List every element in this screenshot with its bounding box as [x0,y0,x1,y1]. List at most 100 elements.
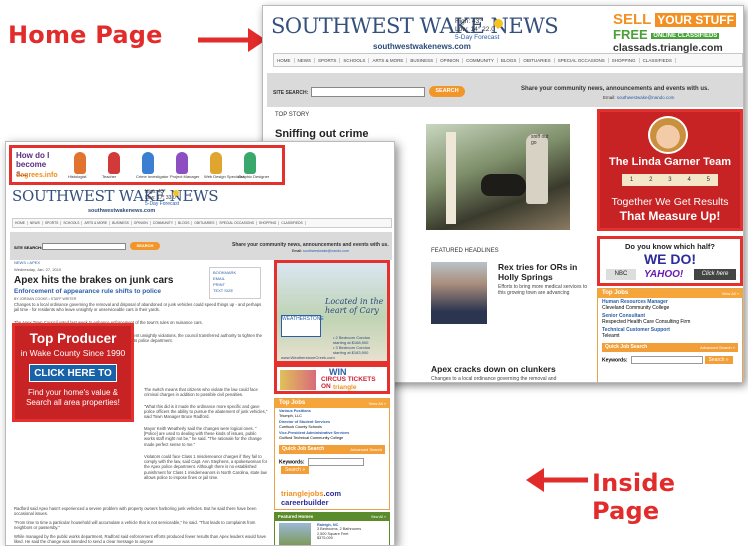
degrees-url: degrees.info [16,172,58,179]
sell-stuff-ad[interactable]: SELL YOUR STUFF FREE ONLINE CLASSIFIEDS … [613,12,741,54]
weatherstone-ad[interactable]: WEATHERSTONE Located in the heart of Car… [274,260,390,364]
nav-item[interactable]: OBITUARIES [520,57,555,63]
article-paragraph: The switch means that citizens who viola… [144,387,258,398]
job-listing: Senior Consultant Respected Health Care C… [598,312,742,326]
article-tool-link[interactable]: TEXT SIZE [213,288,257,294]
job-search-button[interactable]: Search » [704,356,733,364]
nav-item[interactable]: OPINION [437,57,464,63]
featured-title[interactable]: Rex tries for ORs in Holly Springs [498,262,588,282]
nav-item[interactable]: BLOGS [176,221,193,225]
nav-item[interactable]: ARTS & MORE [82,221,111,225]
view-all-link[interactable]: View All » [722,289,739,298]
keywords-input[interactable] [630,356,703,364]
search-button[interactable]: SEARCH [130,242,160,250]
nav-item[interactable]: SCHOOLS [61,221,83,225]
nav-item[interactable]: SPECIAL OCCASIONS [555,57,609,63]
click-here-button[interactable]: Click here [694,269,736,280]
trianglejobs-logo[interactable]: trianglejobs.com careerbuilder [281,489,389,507]
search-input[interactable] [311,87,425,97]
nav-item[interactable]: OPINION [132,221,151,225]
job-org: Teleamt [602,333,620,339]
featured2-text: Changes to a local ordinance governing t… [431,376,557,382]
article-paragraph: "What this did is it made the ordinance … [144,404,268,420]
circus-tickets-ad[interactable]: WIN CIRCUS TICKETS ON triangle [274,364,390,394]
forecast-link[interactable]: 5-Day Forecast [145,201,179,207]
article-date: Wednesday, Jan. 27, 2010 [14,267,62,272]
email-link[interactable]: southwestwake@nando.com [617,95,675,100]
nav-item[interactable]: NEWS [28,221,43,225]
inside-page-label: Inside Page [592,469,676,525]
nav-item[interactable]: BUSINESS [407,57,438,63]
view-all-link[interactable]: View All » [371,513,386,521]
featured-headlines-heading: FEATURED HEADLINES [431,248,499,254]
career-caption[interactable]: Project Manager [170,174,199,179]
forecast-link[interactable]: 5-Day Forecast [455,34,499,42]
nav-item[interactable]: COMMUNITY [151,221,177,225]
linda-garner-ad[interactable]: The Linda Garner Team 1 2 3 4 5 Together We … [597,109,743,231]
job-org: Respected Health Care Consulting Firm [602,319,691,325]
breadcrumb[interactable]: NEWS • APEX [14,260,40,265]
top-story-title[interactable]: Sniffing out crime [275,128,369,140]
job-title-link[interactable]: Director of Student Services [279,420,330,424]
nav-item[interactable]: SPORTS [315,57,341,63]
advanced-search-link[interactable]: Advanced Search [350,445,382,454]
article-subhead: Enforcement of appearance rule shifts to… [14,288,162,295]
nav-item[interactable]: BLOGS [498,57,521,63]
top-jobs-heading: Top Jobs [602,290,629,296]
arrow-left-icon [526,468,588,492]
career-caption[interactable]: Teacher [102,174,116,179]
search-button[interactable]: SEARCH [429,86,465,97]
article-paragraph: While managed by the public works depart… [14,534,267,545]
nav-item[interactable]: HOME [13,221,28,225]
weather-widget[interactable]: High: 43° Low: 14° 22.0 ° 5-Day Forecast [455,18,499,42]
producer-title: Top Producer [29,331,117,346]
click-here-button[interactable]: CLICK HERE TO [29,364,117,382]
email-link[interactable]: southwestwake@nando.com [303,249,349,253]
classads-url: classads.triangle.com [613,41,723,54]
trianglejobs-text: trianglejobs [281,489,324,498]
article-byline: BY JORDAN COOKE • STAFF WRITER [14,297,77,301]
nav-item[interactable]: OBITUARIES [192,221,218,225]
career-caption[interactable]: Crime Investigator [136,174,168,179]
top-producer-ad[interactable]: Top Producer in Wake County Since 1990 C… [12,323,134,422]
weatherstone-logo: WEATHERSTONE [281,315,324,337]
nav-item[interactable]: ARTS & MORE [369,57,408,63]
nav-item[interactable]: SCHOOLS [340,57,370,63]
nav-item[interactable]: SPORTS [43,221,62,225]
article-paragraph: Radford said Apex hasn't experienced a s… [14,506,257,517]
home-city[interactable]: Raleigh, NC [317,523,338,527]
view-all-link[interactable]: View All » [369,399,386,408]
nav-item[interactable]: CLASSIFIEDS [640,57,676,63]
featured2-title[interactable]: Apex cracks down on clunkers [431,364,556,374]
site-logo[interactable]: SOUTHWEST WAKE NEWS [271,14,559,38]
we-do-ad[interactable]: Do you know which half? WE DO! NBC YAHOO… [597,236,743,286]
article-headline: Apex hits the brakes on junk cars [14,275,174,286]
matryoshka-doll-icon [176,152,188,174]
nav-item[interactable]: SHOPPING [257,221,280,225]
arrow-right-icon [198,28,266,52]
search-input[interactable] [42,243,126,250]
featured-photo[interactable] [431,262,487,324]
matryoshka-doll-icon [74,152,86,174]
jobs-list: Various Positions Triumph, LLC Director of… [275,408,389,442]
job-search-button[interactable]: Search » [281,465,309,474]
job-title-link[interactable]: Various Positions [279,409,311,413]
job-title-link[interactable]: Vice-President Administrative Services [279,431,349,435]
nav-item[interactable]: COMMUNITY [463,57,498,63]
home-thumbnail[interactable] [279,523,311,545]
nav-item[interactable]: NEWS [295,57,315,63]
nav-item[interactable]: HOME [274,57,295,63]
site-logo[interactable]: SOUTHWEST WAKE NEWS [12,187,219,205]
article-tools: BOOKMARK EMAIL PRINT TEXT SIZE [209,267,261,299]
tape-measure-graphic: 1 2 3 4 5 [622,174,718,186]
keywords-input[interactable] [307,457,364,466]
degrees-info-ad[interactable]: How do I become a... degrees.info Histol… [9,145,285,185]
nav-item[interactable]: SPECIAL OCCASIONS [217,221,257,225]
nav-item[interactable]: BUSINESS [110,221,132,225]
advanced-search-link[interactable]: Advanced Search » [700,343,735,352]
ad-name: The Linda Garner Team [608,156,732,168]
nav-item[interactable]: CLASSIFIEDS [279,221,306,225]
career-caption[interactable]: Graphic Designer [238,174,269,179]
career-caption[interactable]: Histologist [68,174,86,179]
nav-item[interactable]: SHOPPING [609,57,640,63]
